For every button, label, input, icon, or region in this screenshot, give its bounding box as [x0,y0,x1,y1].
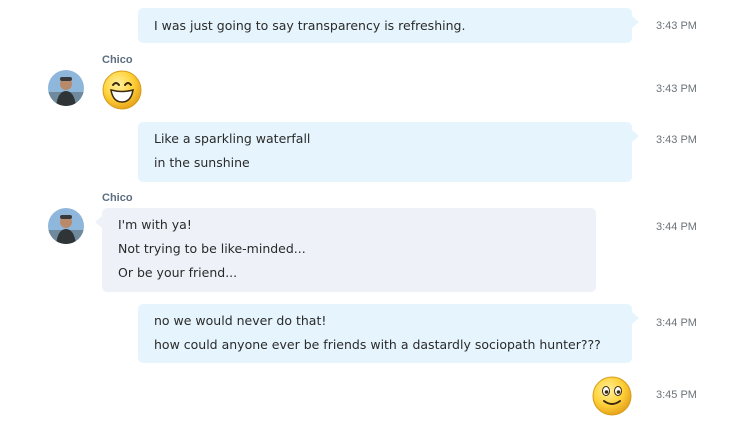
message-text: no we would never do that! [154,313,327,328]
message-bubble[interactable]: I was just going to say transparency is … [138,8,639,43]
avatar[interactable] [48,70,84,106]
timestamp: 3:44 PM [656,317,697,329]
message-bubble[interactable]: Like a sparkling waterfall in the sunshi… [138,122,639,182]
message-bubble[interactable]: no we would never do that! how could any… [138,304,639,363]
timestamp: 3:43 PM [656,134,697,146]
message-text: I'm with ya! [118,217,192,232]
timestamp: 3:44 PM [656,221,697,233]
sender-name: Chico [102,192,133,204]
timestamp: 3:43 PM [656,83,697,95]
message-text: Not trying to be like-minded... [118,241,306,256]
message-text: Or be your friend... [118,265,238,280]
smile-emoticon-icon[interactable] [591,375,633,417]
avatar[interactable] [48,208,84,244]
message-text: how could anyone ever be friends with a … [154,337,601,352]
message-text: in the sunshine [154,155,250,170]
laughing-emoticon-icon[interactable] [101,69,143,111]
sender-name: Chico [102,54,133,66]
message-text: Like a sparkling waterfall [154,131,311,146]
timestamp: 3:43 PM [656,20,697,32]
timestamp: 3:45 PM [656,389,697,401]
message-text: I was just going to say transparency is … [154,18,466,33]
message-bubble[interactable]: I'm with ya! Not trying to be like-minde… [95,208,596,292]
